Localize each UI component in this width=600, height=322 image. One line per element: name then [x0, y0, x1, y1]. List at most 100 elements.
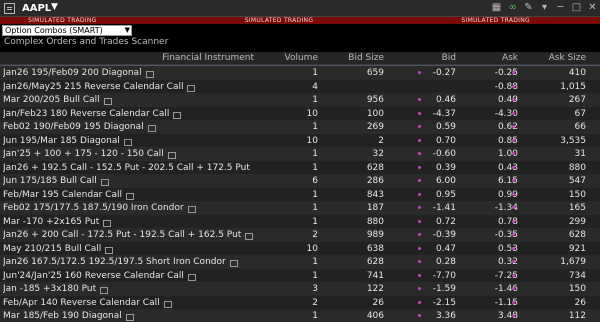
instrument-cell-text: Feb/Mar 195 Calendar Call [3, 189, 122, 200]
table-row[interactable]: Mar 185/Feb 190 Diagonal 1 406 3.36 3.48 112 [0, 309, 600, 322]
volume-cell: 1 [258, 271, 318, 281]
instrument-cell: Mar 185/Feb 190 Diagonal [3, 311, 253, 321]
volume-cell: 1 [258, 68, 318, 78]
bid-size-cell: 638 [322, 244, 384, 254]
window-menu-icon[interactable] [4, 3, 15, 14]
ask-cell: 0.78 [462, 217, 518, 227]
table-row[interactable]: Jun'24/Jan'25 160 Reverse Calendar Call 1… [0, 268, 600, 283]
instrument-cell-text: Mar 200/205 Bull Call [3, 95, 100, 105]
bid-cell-text: 0.28 [435, 257, 456, 267]
table-row[interactable]: Jan/Feb23 180 Reverse Calendar Call 10 100… [0, 106, 600, 121]
ask-size-cell-text: 26 [574, 297, 586, 308]
table-row[interactable]: Jan26 167.5/172.5 192.5/197.5 Short Iron… [0, 255, 600, 270]
bid-cell-text: -0.60 [432, 149, 456, 159]
volume-cell-text: 3 [312, 284, 318, 294]
header-instrument[interactable]: Financial Instrument [90, 53, 254, 63]
bid-cell: 0.47 [398, 244, 456, 254]
scanner-type-row: Option Combos (SMART) ▼ [0, 24, 600, 36]
volume-cell-text: 1 [312, 95, 318, 105]
chart-icon[interactable] [123, 138, 132, 146]
volume-cell-text: 2 [312, 230, 318, 240]
table-row[interactable]: Jan26/May25 215 Reverse Calendar Call 4 -0… [0, 79, 600, 94]
chart-icon[interactable] [103, 98, 112, 105]
chart-icon[interactable] [167, 152, 176, 159]
table-row[interactable]: Jan'25 + 100 + 175 - 120 - 150 Call 1 32 -0… [0, 147, 600, 162]
table-row[interactable]: Mar 200/205 Bull Call 1 956 0.46 0.49 267 [0, 93, 600, 108]
header-bid[interactable]: Bid [398, 53, 456, 63]
chart-icon[interactable]: ▦ [491, 2, 502, 14]
table-row[interactable]: May 210/215 Bull Call 10 638 0.47 0.53 921 [0, 241, 600, 256]
symbol-label[interactable]: AAPL [22, 3, 51, 14]
chart-icon[interactable] [173, 111, 182, 119]
maximize-icon[interactable]: □ [571, 2, 582, 14]
volume-cell: 10 [258, 136, 318, 146]
bid-size-cell: 956 [322, 95, 384, 105]
chart-icon[interactable] [187, 273, 196, 281]
header-volume[interactable]: Volume [258, 53, 318, 63]
ask-size-cell: 1,015 [524, 82, 586, 92]
bid-marker-icon [418, 111, 421, 115]
chart-icon[interactable] [147, 125, 156, 132]
bid-cell-text: 0.39 [435, 162, 456, 173]
bid-size-cell: 741 [322, 271, 384, 281]
instrument-cell-text: Jan26/May25 215 Reverse Calendar Call [3, 81, 184, 92]
dropdown-arrow-icon[interactable]: ▼ [125, 26, 130, 35]
instrument-cell: Mar -170 +2x165 Put [3, 217, 253, 227]
table-row[interactable]: Jan26 195/Feb09 200 Diagonal 1 659 -0.27 -0.… [0, 65, 600, 82]
chart-icon[interactable] [105, 246, 114, 254]
chart-icon[interactable] [163, 300, 172, 308]
table-row[interactable]: Jun 175/185 Bull Call 6 286 6.00 6.15 547 [0, 174, 600, 189]
pin-icon[interactable]: ✎ [523, 2, 534, 14]
table-row[interactable]: Jan -185 +3x180 Put 3 122 -1.59 -1.46 150 [0, 282, 600, 297]
chart-icon[interactable] [145, 71, 154, 78]
table-row[interactable]: Mar -170 +2x165 Put 1 880 0.72 0.78 299 [0, 214, 600, 229]
volume-cell-text: 6 [312, 176, 318, 186]
table-row[interactable]: Jan26 + 192.5 Call - 152.5 Put - 202.5 C… [0, 160, 600, 175]
menu-caret-icon[interactable]: ▾ [539, 2, 550, 14]
instrument-cell-text: Jan26 + 200 Call - 172.5 Put - 192.5 Cal… [3, 230, 242, 240]
header-ask-size[interactable]: Ask Size [524, 53, 586, 63]
ask-size-cell: 112 [524, 311, 586, 321]
link-icon[interactable]: ∞ [507, 2, 518, 14]
minimize-icon[interactable]: ─ [555, 2, 566, 14]
instrument-cell: Jan'25 + 100 + 175 - 120 - 150 Call [3, 149, 253, 159]
bid-size-cell-text: 989 [366, 230, 384, 240]
table-row[interactable]: Feb02 175/177.5 187.5/190 Iron Condor 1 18… [0, 201, 600, 216]
bid-marker-icon [418, 98, 421, 101]
chart-icon[interactable] [125, 314, 134, 321]
instrument-cell-text: Jan26 + 192.5 Call - 152.5 Put - 202.5 C… [3, 162, 250, 173]
scanner-type-dropdown[interactable]: Option Combos (SMART) ▼ [2, 25, 132, 36]
chart-icon[interactable] [245, 233, 253, 240]
title-bar: AAPL ▼ ▦ ∞ ✎ ▾ ─ □ ✕ [0, 0, 600, 17]
chart-icon[interactable] [187, 206, 196, 213]
ask-cell: -1.46 [462, 284, 518, 294]
chart-icon[interactable] [103, 219, 112, 227]
chart-icon[interactable] [125, 192, 134, 200]
table-row[interactable]: Feb/Apr 140 Reverse Calendar Call 2 26 -2.1… [0, 295, 600, 310]
bid-cell: -2.15 [398, 298, 456, 308]
bid-cell-text: -2.15 [432, 297, 456, 308]
close-icon[interactable]: ✕ [587, 2, 598, 14]
chart-icon[interactable] [100, 287, 109, 294]
volume-cell: 1 [258, 203, 318, 213]
ask-size-cell: 880 [524, 163, 586, 173]
ask-size-cell-text: 921 [568, 243, 586, 254]
ask-marker-icon [512, 152, 515, 155]
header-ask[interactable]: Ask [462, 53, 518, 63]
table-row[interactable]: Jan26 + 200 Call - 172.5 Put - 192.5 Cal… [0, 228, 600, 243]
chart-icon[interactable] [100, 179, 109, 186]
table-row[interactable]: Feb/Mar 195 Calendar Call 1 843 0.95 0.99 150 [0, 187, 600, 202]
ask-size-cell: 150 [524, 284, 586, 294]
volume-cell: 6 [258, 176, 318, 186]
banner-text-left: SIMULATED TRADING [28, 17, 97, 24]
chart-icon[interactable] [229, 260, 238, 267]
ask-cell: -1.34 [462, 203, 518, 213]
ask-size-cell: 547 [524, 176, 586, 186]
chevron-down-icon[interactable]: ▼ [51, 2, 58, 12]
table-row[interactable]: Jun 195/Mar 185 Diagonal 10 2 0.70 0.85 3,535 [0, 133, 600, 148]
table-row[interactable]: Feb02 190/Feb09 195 Diagonal 1 269 0.59 0.62… [0, 120, 600, 135]
header-bid-size[interactable]: Bid Size [322, 53, 384, 63]
chart-icon[interactable] [187, 84, 196, 92]
instrument-cell: Jun'24/Jan'25 160 Reverse Calendar Call [3, 271, 253, 281]
volume-cell-text: 1 [312, 149, 318, 159]
